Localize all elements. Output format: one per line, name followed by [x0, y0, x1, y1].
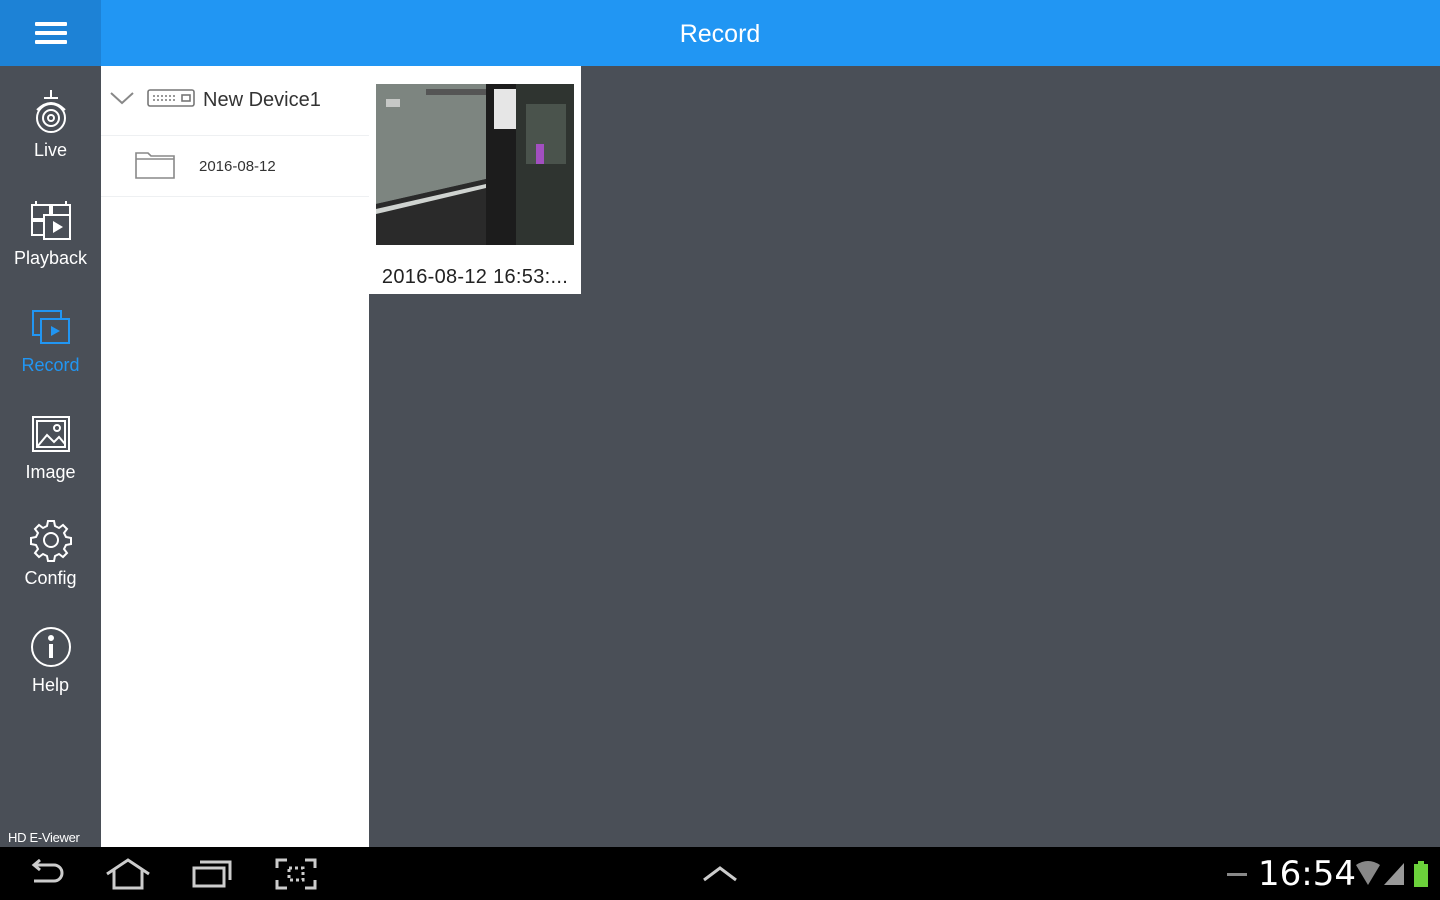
record-icon [27, 303, 75, 351]
sidebar-item-live[interactable]: Live [0, 88, 101, 188]
sidebar-item-label: Help [31, 675, 70, 695]
hamburger-icon [34, 17, 67, 49]
sidebar-item-help[interactable]: Help [0, 623, 101, 723]
folder-name: 2016-08-12 [199, 158, 276, 175]
sidebar-item-image[interactable]: Image [0, 410, 101, 510]
gear-icon [27, 516, 75, 564]
signal-icon [1382, 861, 1406, 892]
device-name: New Device1 [203, 89, 321, 111]
sidebar-item-label: Record [21, 355, 80, 375]
info-icon [27, 623, 75, 671]
wifi-icon [1355, 859, 1381, 892]
folder-icon [135, 149, 175, 184]
recording-card[interactable]: 2016-08-12 16:53:... [369, 66, 581, 294]
dvr-icon [147, 86, 195, 115]
home-icon[interactable] [104, 855, 152, 893]
device-row[interactable]: New Device1 [101, 66, 369, 136]
system-navigation-bar: 16:54 [0, 847, 1440, 900]
sidebar-item-label: Config [24, 568, 77, 588]
back-icon[interactable] [22, 855, 70, 893]
top-app-bar [0, 0, 1440, 66]
image-icon [27, 410, 75, 458]
app-brand: HD E-Viewer [8, 830, 80, 845]
menu-button[interactable] [0, 0, 101, 66]
recent-apps-icon[interactable] [188, 855, 236, 893]
sidebar-item-playback[interactable]: Playback [0, 196, 101, 296]
playback-icon [27, 196, 75, 244]
device-tree: New Device1 2016-08-12 [101, 66, 369, 847]
sidebar: Live Playback Record Image Config Help H… [0, 66, 101, 847]
sidebar-item-label: Image [25, 462, 76, 482]
recording-caption: 2016-08-12 16:53:... [381, 266, 569, 288]
notification-indicator [1227, 873, 1247, 876]
battery-icon [1413, 861, 1429, 892]
screenshot-icon[interactable] [272, 855, 320, 893]
system-clock: 16:54 [1258, 854, 1356, 894]
sidebar-item-label: Playback [13, 248, 88, 268]
recording-thumbnail[interactable] [376, 84, 574, 245]
camera-icon [27, 88, 75, 136]
folder-row[interactable]: 2016-08-12 [101, 137, 369, 197]
chevron-up-icon[interactable] [696, 855, 744, 893]
sidebar-item-config[interactable]: Config [0, 516, 101, 616]
sidebar-item-record[interactable]: Record [0, 303, 101, 403]
chevron-down-icon[interactable] [109, 90, 135, 111]
sidebar-item-label: Live [33, 140, 68, 160]
